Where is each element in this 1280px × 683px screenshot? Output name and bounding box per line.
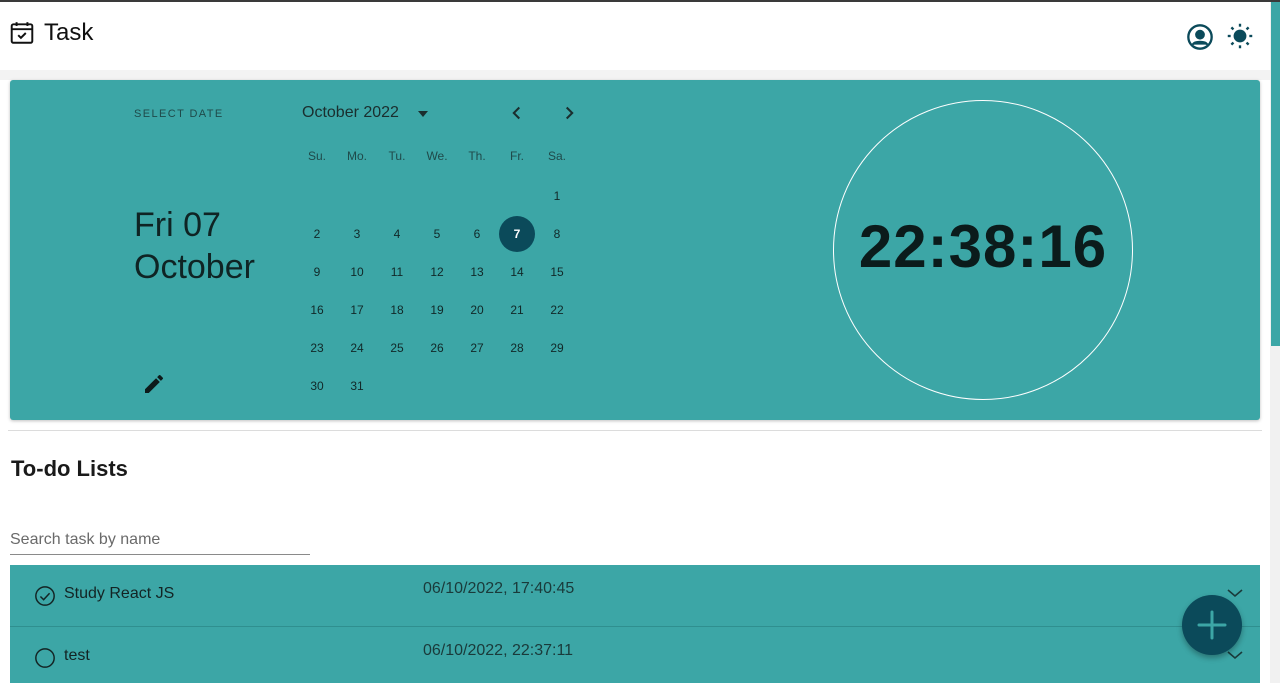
weekday-label: Sa. xyxy=(547,149,566,163)
add-task-button[interactable] xyxy=(1182,595,1242,655)
todo-list-title: To-do Lists xyxy=(11,456,128,481)
calendar-day[interactable]: 25 xyxy=(379,330,415,366)
calendar-day[interactable]: 30 xyxy=(299,368,335,404)
chevron-down-icon[interactable] xyxy=(1226,587,1244,599)
check-circle-icon[interactable] xyxy=(34,585,56,607)
weekday-label: We. xyxy=(426,149,448,163)
calendar-day[interactable]: 9 xyxy=(299,254,335,290)
calendar-day[interactable]: 3 xyxy=(339,216,375,252)
search-task-input[interactable] xyxy=(10,525,310,555)
calendar-day-selected[interactable]: 7 xyxy=(499,216,535,252)
scrollbar-thumb[interactable] xyxy=(1271,2,1280,346)
app-title: Task xyxy=(44,19,94,46)
month-year-selector[interactable]: October 2022 xyxy=(302,104,399,122)
selected-month: October xyxy=(134,248,255,286)
pencil-icon[interactable] xyxy=(142,372,166,396)
selected-date-display: Fri 07 October xyxy=(134,204,255,288)
weekday-label: Th. xyxy=(468,149,486,163)
clock-time: 22:38:16 xyxy=(858,213,1108,280)
section-gap xyxy=(0,70,1270,80)
caret-down-icon[interactable] xyxy=(415,108,431,120)
calendar-day[interactable]: 12 xyxy=(419,254,455,290)
task-row[interactable]: Study React JS 06/10/2022, 17:40:45 xyxy=(10,565,1260,627)
calendar-day[interactable]: 10 xyxy=(339,254,375,290)
task-timestamp: 06/10/2022, 22:37:11 xyxy=(423,642,574,659)
app-bar: Task xyxy=(0,2,1270,70)
task-list: Study React JS 06/10/2022, 17:40:45 test 06… xyxy=(10,565,1260,683)
calendar-day[interactable]: 23 xyxy=(299,330,335,366)
calendar-check-icon xyxy=(10,22,34,44)
calendar-day[interactable]: 26 xyxy=(419,330,455,366)
task-row[interactable]: test 06/10/2022, 22:37:11 xyxy=(10,627,1260,683)
weekday-label: Su. xyxy=(307,149,326,163)
calendar-day[interactable]: 2 xyxy=(299,216,335,252)
calendar-day[interactable]: 4 xyxy=(379,216,415,252)
section-divider xyxy=(8,430,1262,431)
chevron-down-icon[interactable] xyxy=(1226,649,1244,661)
calendar-day[interactable]: 22 xyxy=(539,292,575,328)
task-timestamp: 06/10/2022, 17:40:45 xyxy=(423,580,575,597)
weekday-header: Su. Mo. Tu. We. Th. Fr. Sa. xyxy=(297,149,577,163)
weekday-label: Mo. xyxy=(346,149,367,163)
plus-icon xyxy=(1197,610,1227,640)
calendar-day[interactable]: 20 xyxy=(459,292,495,328)
select-date-label: SELECT DATE xyxy=(134,108,224,120)
task-name: test xyxy=(64,647,90,664)
calendar-day[interactable]: 24 xyxy=(339,330,375,366)
calendar-day[interactable]: 15 xyxy=(539,254,575,290)
calendar-day[interactable]: 14 xyxy=(499,254,535,290)
sun-icon[interactable] xyxy=(1226,22,1254,50)
calendar-day[interactable]: 31 xyxy=(339,368,375,404)
calendar-day[interactable]: 18 xyxy=(379,292,415,328)
weekday-label: Fr. xyxy=(510,149,524,163)
calendar-day[interactable]: 8 xyxy=(539,216,575,252)
calendar-day[interactable]: 11 xyxy=(379,254,415,290)
calendar-day[interactable]: 19 xyxy=(419,292,455,328)
calendar-day[interactable]: 17 xyxy=(339,292,375,328)
calendar-day[interactable]: 29 xyxy=(539,330,575,366)
calendar-day[interactable]: 5 xyxy=(419,216,455,252)
calendar-day[interactable]: 6 xyxy=(459,216,495,252)
calendar-day[interactable]: 27 xyxy=(459,330,495,366)
calendar-day[interactable]: 13 xyxy=(459,254,495,290)
calendar-day[interactable]: 16 xyxy=(299,292,335,328)
calendar-day[interactable]: 1 xyxy=(539,178,575,214)
account-circle-icon[interactable] xyxy=(1186,23,1214,51)
weekday-label: Tu. xyxy=(388,149,406,163)
date-clock-card: SELECT DATE Fri 07 October October 2022 … xyxy=(10,80,1260,420)
chevron-left-icon[interactable] xyxy=(506,102,528,124)
selected-weekday-day: Fri 07 xyxy=(134,206,221,244)
calendar-days-grid: 1 2 3 4 5 6 7 8 9 10 11 12 13 14 15 16 17 18 19 20 21 22 23 24 2… xyxy=(297,176,577,408)
task-name: Study React JS xyxy=(64,585,175,602)
calendar-day[interactable]: 28 xyxy=(499,330,535,366)
empty-circle-icon[interactable] xyxy=(34,647,56,669)
calendar-day[interactable]: 21 xyxy=(499,292,535,328)
chevron-right-icon[interactable] xyxy=(558,102,580,124)
